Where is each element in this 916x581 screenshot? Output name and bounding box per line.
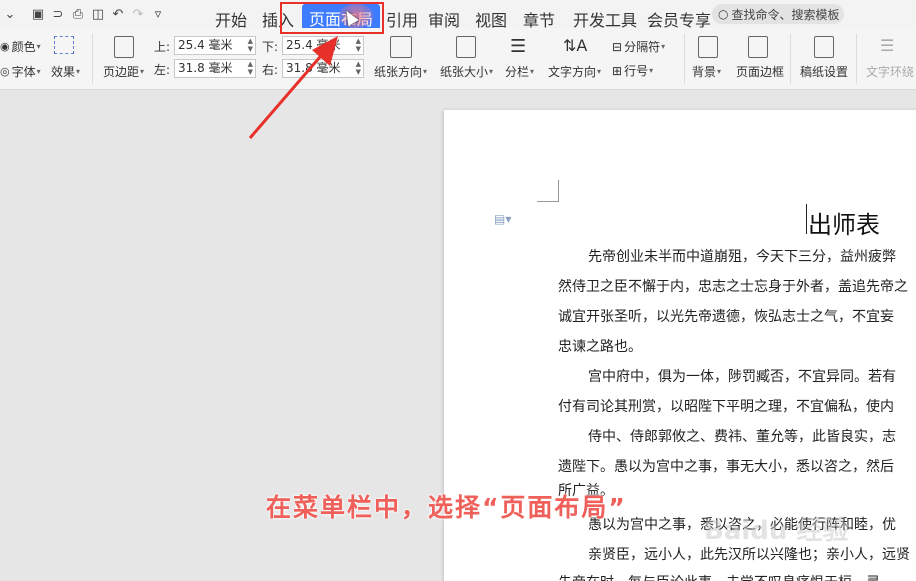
paragraph-line[interactable]: 侍中、侍郎郭攸之、费祎、董允等，此皆良实，志 bbox=[588, 426, 896, 446]
grid-paper-button[interactable]: 稿纸设置 bbox=[800, 63, 848, 80]
paragraph-line[interactable]: 诚宜开张圣听，以光先帝遗德，恢弘志士之气，不宜妄 bbox=[558, 306, 894, 326]
search-placeholder: 查找命令、搜索模板 bbox=[731, 7, 840, 22]
text-wrap-icon: ☰ bbox=[880, 36, 895, 55]
paragraph-line[interactable]: 先帝在时，每与臣论此事，未尝不叹息痛恨于桓、灵 bbox=[558, 572, 880, 581]
background-button[interactable]: 背景 ▾ bbox=[692, 63, 721, 80]
background-icon bbox=[698, 36, 718, 58]
divider bbox=[790, 34, 791, 84]
pointer-arrow-icon bbox=[248, 36, 338, 139]
paragraph-line[interactable]: 宫中府中，俱为一体，陟罚臧否，不宜异同。若有 bbox=[588, 366, 896, 386]
text-direction-button[interactable]: 文字方向 ▾ bbox=[548, 63, 601, 80]
color-icon: ◉ bbox=[0, 40, 10, 53]
instruction-caption: 在菜单栏中，选择“页面布局” bbox=[266, 493, 627, 522]
line-number-button[interactable]: ⊞ 行号 ▾ bbox=[612, 62, 653, 79]
page-border-icon bbox=[748, 36, 768, 58]
redo-icon[interactable]: ↷ bbox=[128, 7, 148, 22]
grid-paper-icon bbox=[814, 36, 834, 58]
spinner-arrows-icon[interactable]: ▲ ▼ bbox=[356, 60, 361, 76]
document-title[interactable]: 出师表 bbox=[808, 205, 880, 240]
line-number-icon: ⊞ bbox=[612, 63, 623, 78]
columns-icon: ☰ bbox=[510, 36, 527, 57]
margin-corner-mark bbox=[537, 180, 559, 202]
customize-icon[interactable]: ▿ bbox=[148, 7, 168, 22]
menu-bar: ⌄ ▣ ⊃ ⎙ ◫ ↶ ↷ ▿ 开始 插入 页面布局 引用 审阅 视图 章节 开… bbox=[0, 0, 916, 32]
orientation-icon bbox=[390, 36, 412, 58]
top-margin-label: 上: bbox=[154, 40, 171, 54]
print-preview-icon[interactable]: ◫ bbox=[88, 7, 108, 22]
spinner-arrows-icon[interactable]: ▲ ▼ bbox=[356, 37, 361, 53]
watermark: Baidu 经验 bbox=[704, 516, 849, 546]
color-button[interactable]: ◉ 颜色 ▾ bbox=[0, 38, 41, 55]
separator-icon: ⊟ bbox=[612, 39, 623, 54]
top-margin-input[interactable]: 25.4 毫米 ▲ ▼ bbox=[174, 36, 256, 55]
divider bbox=[684, 34, 685, 84]
search-box[interactable]: ○ 查找命令、搜索模板 bbox=[712, 4, 844, 24]
effect-button[interactable]: 效果 ▾ bbox=[51, 63, 80, 80]
print-icon[interactable]: ⎙ bbox=[68, 7, 88, 22]
chevron-down-icon[interactable]: ⌄ bbox=[0, 7, 20, 22]
format-painter-icon[interactable]: ⊃ bbox=[48, 7, 68, 22]
font-theme-button[interactable]: ◎ 字体 ▾ bbox=[0, 63, 41, 80]
divider bbox=[92, 34, 93, 84]
paper-size-icon bbox=[456, 36, 476, 58]
undo-icon[interactable]: ↶ bbox=[108, 7, 128, 22]
left-margin-label: 左: bbox=[154, 63, 171, 77]
highlight-box bbox=[280, 2, 384, 34]
ribbon: ◉ 颜色 ▾ ◎ 字体 ▾ 效果 ▾ 页边距 ▾ 上: 25.4 毫米 ▲ ▼ 左: 31… bbox=[0, 28, 916, 90]
paragraph-line[interactable]: 忠谏之路也。 bbox=[558, 336, 642, 356]
divider bbox=[856, 34, 857, 84]
separator-button[interactable]: ⊟ 分隔符 ▾ bbox=[612, 38, 665, 55]
paragraph-line[interactable]: 遗陛下。愚以为宫中之事，事无大小，悉以咨之，然后 bbox=[558, 456, 894, 476]
text-cursor bbox=[806, 204, 807, 234]
paragraph-line[interactable]: 然侍卫之臣不懈于内，忠志之士忘身于外者，盖追先帝之 bbox=[558, 276, 908, 296]
paper-size-button[interactable]: 纸张大小 ▾ bbox=[440, 63, 493, 80]
font-icon: ◎ bbox=[0, 65, 10, 78]
page-border-button[interactable]: 页面边框 bbox=[736, 63, 784, 80]
search-icon: ○ bbox=[718, 7, 729, 21]
margin-icon bbox=[114, 36, 134, 58]
paragraph-line[interactable]: 付有司论其刑赏，以昭陛下平明之理，不宜偏私，使内 bbox=[558, 396, 894, 416]
save-icon[interactable]: ▣ bbox=[28, 7, 48, 22]
theme-effect-icon[interactable] bbox=[54, 36, 74, 54]
columns-button[interactable]: 分栏 ▾ bbox=[505, 63, 534, 80]
paragraph-line[interactable]: 先帝创业未半而中道崩殂，今天下三分，益州疲弊 bbox=[588, 246, 896, 266]
quick-access-toolbar: ⌄ ▣ ⊃ ⎙ ◫ ↶ ↷ ▿ bbox=[0, 0, 168, 28]
paragraph-line[interactable]: 亲贤臣，远小人，此先汉所以兴隆也；亲小人，远贤 bbox=[588, 544, 910, 564]
text-direction-icon: ⇅A bbox=[563, 36, 588, 55]
left-margin-input[interactable]: 31.8 毫米 ▲ ▼ bbox=[174, 59, 256, 78]
orientation-button[interactable]: 纸张方向 ▾ bbox=[374, 63, 427, 80]
text-wrap-button[interactable]: 文字环绕 bbox=[866, 63, 914, 80]
document-icon[interactable]: ▤▾ bbox=[494, 212, 511, 226]
margin-button[interactable]: 页边距 ▾ bbox=[103, 63, 144, 80]
